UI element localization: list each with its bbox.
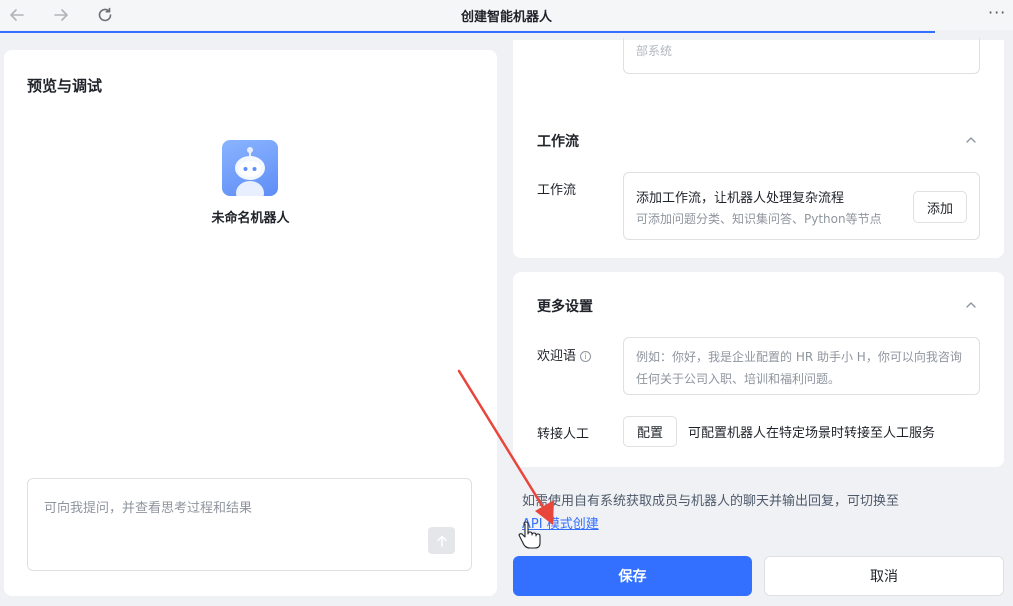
bot-avatar[interactable] (222, 140, 278, 196)
chevron-up-icon (966, 302, 976, 308)
arrow-up-icon (436, 535, 447, 547)
more-menu-button[interactable]: ··· (988, 4, 1012, 24)
api-mode-link[interactable]: API 模式创建 (522, 513, 599, 532)
configure-button[interactable]: 配置 (623, 416, 677, 447)
welcome-label: 欢迎语 i (537, 345, 592, 364)
welcome-message-input[interactable]: 例如：你好，我是企业配置的 HR 助手小 H，你可以向我咨询任何关于公司入职、培… (623, 337, 980, 395)
welcome-message-placeholder: 例如：你好，我是企业配置的 HR 助手小 H，你可以向我咨询任何关于公司入职、培… (636, 350, 962, 386)
add-workflow-button[interactable]: 添加 (913, 191, 967, 223)
chevron-up-icon (966, 137, 976, 143)
loading-progress-bar (0, 31, 935, 33)
description-field-text: 部系统 (636, 44, 673, 58)
more-settings-card: 更多设置 欢迎语 i 例如：你好，我是企业配置的 HR 助手小 H，你可以向我咨询… (513, 272, 1004, 467)
workflow-box: 添加工作流，让机器人处理复杂流程 可添加问题分类、知识集问答、Python等节点… (623, 172, 980, 240)
settings-collapse-button[interactable] (964, 298, 978, 312)
title-bar: 创建智能机器人 ··· (0, 0, 1013, 33)
preview-title: 预览与调试 (27, 77, 103, 95)
preview-panel: 预览与调试 未命名机器人 可向我提问，并查看思考过程和结果 (4, 50, 497, 596)
send-button[interactable] (428, 527, 455, 554)
workflow-collapse-button[interactable] (964, 133, 978, 147)
chat-input[interactable]: 可向我提问，并查看思考过程和结果 (27, 478, 472, 571)
workflow-section-title: 工作流 (537, 134, 579, 150)
transfer-label: 转接人工 (537, 427, 590, 442)
api-mode-note: 如需使用自有系统获取成员与机器人的聊天并输出回复，可切换至 (522, 494, 900, 509)
chat-input-placeholder: 可向我提问，并查看思考过程和结果 (44, 501, 253, 516)
cancel-button[interactable]: 取消 (764, 556, 1004, 596)
robot-icon (235, 147, 265, 196)
workflow-field-label: 工作流 (537, 183, 577, 198)
workflow-sub-text: 可添加问题分类、知识集问答、Python等节点 (636, 212, 882, 226)
save-button[interactable]: 保存 (513, 556, 752, 596)
window-title: 创建智能机器人 (460, 10, 552, 25)
welcome-label-text: 欢迎语 (537, 349, 577, 364)
info-icon[interactable]: i (580, 351, 592, 362)
bot-name: 未命名机器人 (211, 211, 290, 226)
workflow-card: 工作流 工作流 添加工作流，让机器人处理复杂流程 可添加问题分类、知识集问答、P… (513, 108, 1004, 258)
description-field[interactable]: 部系统 (623, 38, 980, 74)
settings-section-title: 更多设置 (537, 299, 593, 315)
transfer-description: 可配置机器人在特定场景时转接至人工服务 (688, 426, 936, 441)
workflow-main-text: 添加工作流，让机器人处理复杂流程 (636, 191, 845, 206)
